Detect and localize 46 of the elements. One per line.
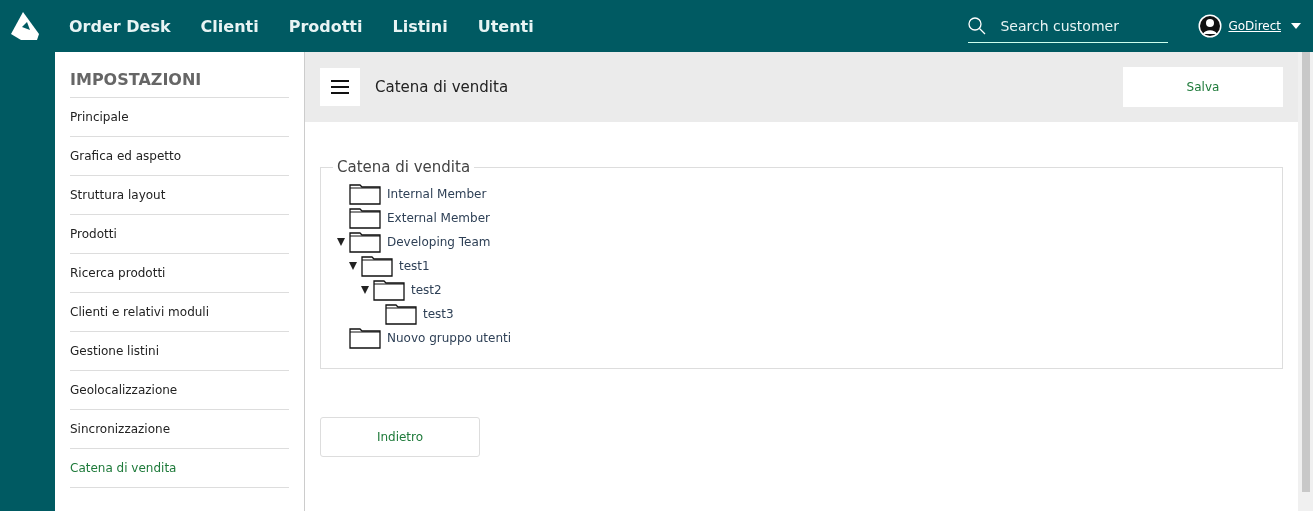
expand-arrow-icon[interactable] [337,237,345,246]
sidebar-item[interactable]: Geolocalizzazione [70,371,289,410]
sidebar-item[interactable]: Gestione listini [70,332,289,371]
nav-link[interactable]: Prodotti [288,16,363,36]
expand-arrow-icon[interactable] [361,285,369,294]
folder-icon [385,303,417,325]
sidebar-item[interactable]: Principale [70,98,289,137]
user-link[interactable]: GoDirect [1228,19,1281,33]
sidebar-item[interactable]: Grafica ed aspetto [70,137,289,176]
sidebar-item[interactable]: Clienti e relativi moduli [70,293,289,332]
tree-item[interactable]: test3 [423,307,454,321]
expand-arrow-icon[interactable] [349,261,357,270]
folder-icon [349,327,381,349]
nav-link[interactable]: Order Desk [69,16,171,36]
tree-item[interactable]: test1 [399,259,430,273]
tree-item[interactable]: Nuovo gruppo utenti [387,331,512,345]
sidebar-item[interactable]: Struttura layout [70,176,289,215]
logo-icon[interactable] [9,10,41,42]
sidebar-item[interactable]: Catena di vendita [70,449,289,488]
menu-icon [331,80,349,94]
save-button[interactable]: Salva [1123,67,1283,107]
nav-link[interactable]: Listini [392,16,448,36]
avatar-icon[interactable] [1198,14,1223,38]
tree-item[interactable]: test2 [411,283,442,297]
tree-item[interactable]: Developing Team [387,235,491,249]
nav-link[interactable]: Clienti [200,16,259,36]
folder-icon [349,207,381,229]
folder-icon [361,255,393,277]
panel-legend: Catena di vendita [333,158,475,176]
nav-link[interactable]: Utenti [477,16,534,36]
page-title: Catena di vendita [375,78,509,96]
tree-item[interactable]: Internal Member [387,187,487,201]
folder-icon [373,279,405,301]
back-button[interactable]: Indietro [320,417,480,457]
sidebar-item[interactable]: Ricerca prodotti [70,254,289,293]
search-icon [968,16,987,35]
scrollbar[interactable] [1298,52,1313,511]
folder-icon [349,231,381,253]
sidebar-item[interactable]: Prodotti [70,215,289,254]
menu-button[interactable] [320,68,360,106]
sidebar-title: IMPOSTAZIONI [70,52,289,98]
search-field[interactable]: Search customer [998,16,1163,35]
tree-item[interactable]: External Member [387,211,490,225]
caret-icon[interactable] [1291,22,1301,30]
folder-icon [349,183,381,205]
sidebar-item[interactable]: Sincronizzazione [70,410,289,449]
